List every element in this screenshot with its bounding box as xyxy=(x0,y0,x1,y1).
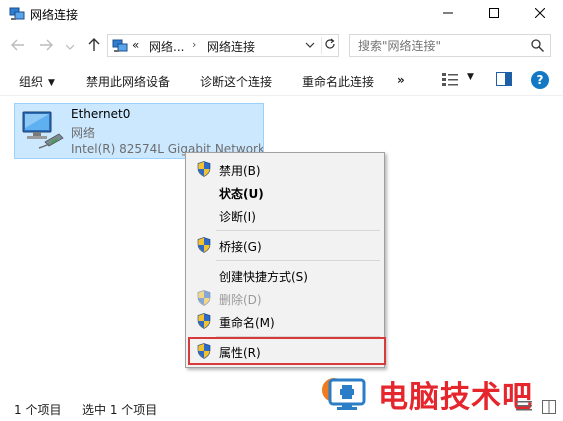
caret-down-icon: ▼ xyxy=(48,78,55,88)
close-icon xyxy=(534,7,546,21)
menu-item-label: 属性(R) xyxy=(219,346,261,360)
command-bar: 组织 ▼ 禁用此网络设备 诊断这个连接 重命名此连接 » ▼ ? xyxy=(0,64,563,96)
menu-item-bridge[interactable]: 桥接(G) xyxy=(188,234,382,256)
menu-separator xyxy=(216,230,380,231)
search-box[interactable] xyxy=(349,34,551,57)
network-connections-icon xyxy=(112,38,128,57)
preview-pane-icon[interactable] xyxy=(496,72,512,89)
menu-item-properties[interactable]: 属性(R) xyxy=(188,337,386,365)
menu-item-status[interactable]: 状态(U) xyxy=(188,181,382,203)
uac-shield-icon xyxy=(197,290,211,309)
up-button[interactable] xyxy=(84,36,104,56)
connection-name: Ethernet0 xyxy=(71,107,131,121)
menu-item-delete: 删除(D) xyxy=(188,287,382,309)
more-commands-button[interactable]: » xyxy=(397,73,405,87)
arrow-left-icon xyxy=(11,38,25,55)
maximize-icon xyxy=(489,7,499,21)
details-view-icon[interactable] xyxy=(516,400,532,417)
breadcrumb-segment[interactable]: 网络... xyxy=(149,38,184,55)
ethernet-adapter-icon xyxy=(19,110,67,157)
item-count: 1 个项目 xyxy=(14,403,62,417)
large-icons-view-icon[interactable] xyxy=(542,400,556,417)
view-options-dropdown[interactable]: ▼ xyxy=(467,72,474,82)
uac-shield-icon xyxy=(197,161,211,180)
menu-item-label: 状态(U) xyxy=(219,187,264,201)
status-bar: 1 个项目 选中 1 个项目 xyxy=(0,396,563,421)
uac-shield-icon xyxy=(197,237,211,256)
menu-item-label: 删除(D) xyxy=(219,293,262,307)
window-title: 网络连接 xyxy=(30,8,79,22)
menu-item-diagnose[interactable]: 诊断(I) xyxy=(188,204,382,226)
uac-shield-icon xyxy=(197,343,211,362)
menu-item-label: 桥接(G) xyxy=(219,240,262,254)
breadcrumb-separator-icon[interactable]: › xyxy=(192,38,196,51)
network-connections-icon xyxy=(9,6,25,25)
menu-item-rename[interactable]: 重命名(M) xyxy=(188,310,382,332)
address-history-dropdown[interactable] xyxy=(305,38,315,55)
context-menu: 禁用(B) 状态(U) 诊断(I) 桥接(G) 创建快捷方式(S) 删除(D) … xyxy=(185,152,386,368)
address-bar[interactable]: « 网络... › 网络连接 xyxy=(107,34,339,57)
view-options-icon[interactable] xyxy=(441,72,459,91)
breadcrumb-overflow[interactable]: « xyxy=(132,38,139,52)
menu-item-disable[interactable]: 禁用(B) xyxy=(188,158,382,180)
help-icon[interactable]: ? xyxy=(531,71,549,89)
diagnose-connection-button[interactable]: 诊断这个连接 xyxy=(200,73,272,90)
maximize-button[interactable] xyxy=(471,0,517,28)
minimize-button[interactable] xyxy=(425,0,471,28)
menu-item-label: 诊断(I) xyxy=(219,210,256,224)
uac-shield-icon xyxy=(197,313,211,332)
organize-menu[interactable]: 组织 ▼ xyxy=(19,73,55,90)
highlight-box xyxy=(188,337,386,365)
menu-item-create-shortcut[interactable]: 创建快捷方式(S) xyxy=(188,264,382,286)
refresh-icon xyxy=(324,38,336,53)
organize-label: 组织 xyxy=(19,75,44,89)
rename-connection-button[interactable]: 重命名此连接 xyxy=(302,73,374,90)
chevron-down-icon xyxy=(65,39,75,53)
minimize-icon xyxy=(443,7,453,21)
refresh-button[interactable] xyxy=(321,37,337,54)
selected-count: 选中 1 个项目 xyxy=(82,403,158,417)
arrow-right-icon xyxy=(39,38,53,55)
connection-item[interactable]: Ethernet0 网络 Intel(R) 82574L Gigabit Net… xyxy=(14,103,264,159)
menu-item-label: 禁用(B) xyxy=(219,164,261,178)
arrow-up-icon xyxy=(87,37,101,55)
recent-locations-button[interactable] xyxy=(64,36,76,56)
navigation-bar: « 网络... › 网络连接 xyxy=(0,30,563,62)
close-button[interactable] xyxy=(517,0,563,28)
breadcrumb-segment[interactable]: 网络连接 xyxy=(207,38,255,55)
menu-separator xyxy=(216,260,380,261)
back-button[interactable] xyxy=(8,36,28,56)
disable-device-button[interactable]: 禁用此网络设备 xyxy=(86,73,170,90)
title-bar: 网络连接 xyxy=(0,0,563,30)
menu-item-label: 创建快捷方式(S) xyxy=(219,270,308,284)
search-input[interactable] xyxy=(350,35,520,56)
menu-item-label: 重命名(M) xyxy=(219,316,275,330)
connection-type: 网络 xyxy=(71,126,96,140)
forward-button[interactable] xyxy=(36,36,56,56)
search-icon[interactable] xyxy=(531,39,544,55)
